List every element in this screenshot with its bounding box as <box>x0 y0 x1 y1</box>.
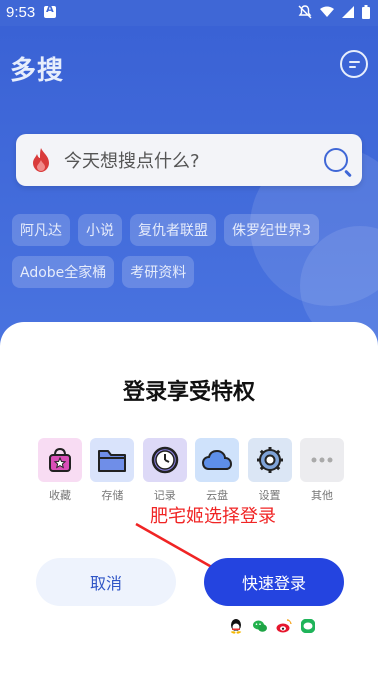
more-icon <box>299 438 344 482</box>
perk-settings: 设置 <box>247 438 292 503</box>
perk-storage: 存储 <box>90 438 135 503</box>
perk-label: 收藏 <box>49 489 71 502</box>
qq-icon[interactable] <box>228 618 244 634</box>
bag-star-icon <box>38 438 82 482</box>
hot-tag[interactable]: 侏罗纪世界3 <box>224 214 319 246</box>
search-bar[interactable]: 今天想搜点什么? <box>16 134 362 186</box>
hot-tags: 阿凡达 小说 复仇者联盟 侏罗纪世界3 Adobe全家桶 考研资料 <box>12 214 368 288</box>
gear-icon <box>247 438 292 482</box>
social-login-options <box>228 618 316 634</box>
mute-icon <box>298 5 312 23</box>
hot-tag[interactable]: 阿凡达 <box>12 214 70 246</box>
perk-label: 其他 <box>310 489 333 502</box>
hot-tag[interactable]: 小说 <box>78 214 122 246</box>
perk-label: 设置 <box>258 489 281 502</box>
app-notification-icon <box>44 4 56 18</box>
battery-icon <box>362 5 370 23</box>
clock-icon <box>142 438 187 482</box>
weibo-icon[interactable] <box>276 618 292 634</box>
signal-icon <box>342 6 354 22</box>
folder-icon <box>90 438 135 482</box>
hot-tag[interactable]: 复仇者联盟 <box>130 214 216 246</box>
status-icons <box>298 5 370 23</box>
wechat-icon[interactable] <box>252 618 268 634</box>
perk-history: 记录 <box>142 438 187 503</box>
wifi-icon <box>320 6 334 22</box>
search-icon[interactable] <box>324 148 348 172</box>
login-sheet: 登录享受特权 收藏 存储 记录 云盘 设置 其他 肥宅姬选择登录 取消 快速登录 <box>0 322 378 690</box>
message-app-icon[interactable] <box>300 618 316 634</box>
status-time: 9:53 <box>6 4 36 21</box>
status-bar: 9:53 <box>0 0 378 26</box>
hot-tag[interactable]: Adobe全家桶 <box>12 256 115 288</box>
message-icon[interactable] <box>340 50 368 78</box>
flame-icon <box>33 148 49 172</box>
sheet-title: 登录享受特权 <box>122 380 255 405</box>
perk-list: 收藏 存储 记录 云盘 设置 其他 <box>38 438 344 503</box>
hot-tag[interactable]: 考研资料 <box>122 256 195 288</box>
perk-label: 云盘 <box>206 489 229 502</box>
perk-cloud: 云盘 <box>195 438 240 503</box>
app-logo: 多搜 <box>10 56 65 86</box>
perk-label: 记录 <box>153 489 176 502</box>
cloud-icon <box>195 438 240 482</box>
perk-other: 其他 <box>299 438 344 503</box>
quick-login-button[interactable]: 快速登录 <box>204 558 344 606</box>
cancel-button[interactable]: 取消 <box>36 558 176 606</box>
search-placeholder: 今天想搜点什么? <box>64 151 200 172</box>
perk-label: 存储 <box>101 489 124 502</box>
perk-favorites: 收藏 <box>38 438 82 503</box>
